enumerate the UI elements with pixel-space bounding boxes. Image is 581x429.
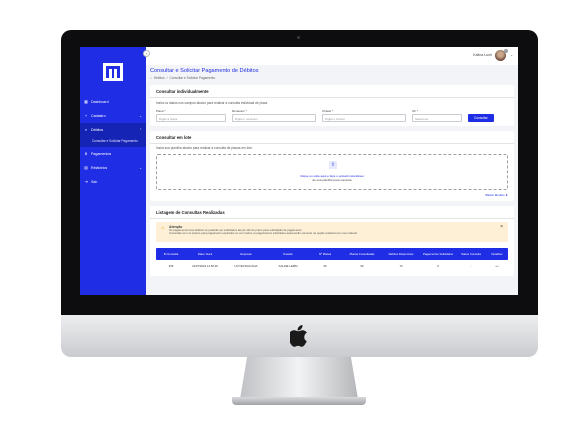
- column-header: Débitos Disponíveis: [388, 251, 414, 256]
- breadcrumb-item: Consultar e Solicitar Pagamento: [169, 76, 216, 80]
- column-header: Nº Placas: [318, 251, 332, 256]
- sidebar-item-dashboard[interactable]: ▦ Dashboard: [80, 95, 146, 109]
- field-label: Renavam *: [232, 108, 247, 113]
- sidebar-item-label: Sair: [91, 180, 98, 185]
- sidebar-item-label: Relatórios: [91, 166, 108, 171]
- chevron-down-icon: ⌄: [139, 166, 142, 171]
- renavam-field-group: Renavam * Digite o renavam: [232, 109, 316, 122]
- column-header: Placas Consultadas: [349, 251, 375, 256]
- uf-select[interactable]: Selecione: [412, 113, 462, 122]
- card-title: Consultar em lote: [156, 134, 192, 140]
- monitor-stand-neck: [240, 357, 358, 399]
- card-description: Insira os dados nos campos abaixo para r…: [156, 100, 268, 105]
- card-title: Consultar individualmente: [156, 89, 209, 94]
- column-header: ID Consulta: [163, 251, 179, 256]
- uf-field-group: UF * Selecione: [412, 109, 462, 122]
- topbar: Kalina Lumi ⌄: [146, 47, 518, 65]
- table-row[interactable]: 256 22/07/2022 14:52:00 LM TECNOLOGIA KA…: [156, 259, 508, 272]
- status-badge: [504, 49, 508, 53]
- monitor-stand-foot: [232, 397, 366, 405]
- table-cell: KALINE LEMM: [278, 263, 298, 268]
- field-label: Chassi *: [322, 108, 334, 113]
- logout-icon: ⇥: [84, 179, 88, 185]
- placa-field-group: Placa * Digite a placa: [156, 109, 226, 122]
- column-header: Detalhes: [491, 251, 503, 256]
- chassi-input[interactable]: Digite o chassi: [322, 113, 406, 122]
- sidebar: ▦ Dashboard + Cadastro ⌄ ⌕ Débitos ⌃ Con…: [80, 47, 146, 295]
- listing-card: Listagem de Consultas Realizadas ⚠ Atenç…: [150, 206, 514, 276]
- table-cell: 256: [168, 263, 174, 268]
- breadcrumb-item[interactable]: Débitos: [154, 76, 165, 80]
- imac-mockup: ▦ Dashboard + Cadastro ⌄ ⌕ Débitos ⌃ Con…: [0, 0, 581, 429]
- query-form: Placa * Digite a placa Renavam * Digite …: [156, 109, 508, 122]
- loading-icon: ◌: [470, 263, 472, 268]
- brand-logo-icon: [103, 63, 123, 81]
- sidebar-item-debitos[interactable]: ⌕ Débitos ⌃: [80, 123, 146, 137]
- search-icon: ⌕: [84, 127, 88, 132]
- sidebar-subitem-consultar[interactable]: Consultar e Solicitar Pagamento: [80, 137, 146, 148]
- sidebar-item-sair[interactable]: ⇥ Sair: [80, 175, 146, 189]
- download-template-link[interactable]: Baixar Modelo ⬇: [156, 193, 508, 197]
- table-cell: 6: [437, 263, 439, 268]
- upload-dropzone[interactable]: ⇧ Clique ou solte aqui e faça o upload i…: [156, 154, 508, 190]
- consultar-button[interactable]: Consultar: [468, 113, 494, 122]
- batch-query-card: Consultar em lote Insira sua planilha ab…: [150, 130, 514, 201]
- chevron-up-icon: ⌃: [139, 128, 142, 132]
- field-label: UF *: [412, 108, 418, 113]
- report-icon: ▤: [84, 165, 88, 171]
- sidebar-item-label: Dashboard: [91, 100, 109, 104]
- table-header: ID Consulta Data / Hora Empresa Usuário …: [156, 247, 508, 260]
- chevron-down-icon: ⌄: [139, 114, 142, 118]
- column-header: Data / Hora: [197, 251, 213, 256]
- chassi-field-group: Chassi * Digite o chassi: [322, 109, 406, 122]
- card-title: Listagem de Consultas Realizadas: [156, 210, 225, 215]
- column-header: Pagamentos Solicitados: [422, 251, 453, 256]
- queries-table: ID Consulta Data / Hora Empresa Usuário …: [156, 247, 508, 272]
- renavam-input[interactable]: Digite o renavam: [232, 113, 316, 122]
- divider: [150, 218, 514, 219]
- field-label: Placa *: [156, 108, 166, 113]
- table-cell: 72: [399, 263, 403, 268]
- divider: [150, 97, 514, 98]
- chevron-down-icon[interactable]: ⌄: [510, 53, 513, 57]
- details-button[interactable]: •••: [486, 264, 508, 268]
- apple-logo-icon: [290, 325, 307, 347]
- sidebar-item-cadastro[interactable]: + Cadastro ⌄: [80, 109, 146, 123]
- sidebar-item-pagamentos[interactable]: $ Pagamentos: [80, 147, 146, 161]
- user-name: Kalina Lumi: [473, 53, 492, 57]
- column-header: Status Consulta: [461, 251, 481, 256]
- page-title: Consultar e Solicitar Pagamento de Débit…: [150, 68, 259, 74]
- sidebar-nav: ▦ Dashboard + Cadastro ⌄ ⌕ Débitos ⌃ Con…: [80, 95, 146, 189]
- sidebar-item-label: Pagamentos: [91, 152, 112, 157]
- dropzone-subtext: de sua planilha para consulta: [312, 178, 352, 182]
- collapse-sidebar-button[interactable]: ‹: [143, 50, 150, 57]
- grid-icon: ▦: [84, 99, 88, 104]
- table-cell: LM TECNOLOGIA: [234, 263, 258, 268]
- breadcrumb: ⌕ Débitos / Consultar e Solicitar Pagame…: [150, 76, 216, 80]
- upload-icon: ⇧: [329, 161, 337, 169]
- search-icon: ⌕: [150, 76, 152, 80]
- card-description: Insira sua planilha abaixo para realizar…: [156, 146, 253, 150]
- close-icon[interactable]: ×: [500, 224, 503, 230]
- main-content: Consultar e Solicitar Pagamento de Débit…: [150, 65, 514, 276]
- column-header: Usuário: [283, 251, 293, 256]
- warning-icon: ⚠: [161, 224, 165, 230]
- table-cell: 90: [323, 263, 327, 268]
- table-cell: 22/07/2022 14:52:00: [192, 263, 218, 268]
- alert-text: Consultas com os prazos para pagamento e…: [169, 231, 358, 236]
- sidebar-item-label: Débitos: [91, 128, 104, 132]
- placa-input[interactable]: Digite a placa: [156, 113, 226, 122]
- camera-icon: [297, 36, 300, 39]
- plus-icon: +: [84, 113, 88, 118]
- divider: [150, 142, 514, 143]
- app-screen: ▦ Dashboard + Cadastro ⌄ ⌕ Débitos ⌃ Con…: [80, 47, 518, 295]
- dollar-icon: $: [84, 151, 88, 157]
- sidebar-item-relatorios[interactable]: ▤ Relatórios ⌄: [80, 161, 146, 175]
- column-header: Empresa: [240, 251, 252, 256]
- table-cell: 90: [360, 263, 364, 268]
- individual-query-card: Consultar individualmente Insira os dado…: [150, 85, 514, 126]
- warning-alert: ⚠ Atenção Os pagamentos dos débitos só p…: [156, 221, 508, 242]
- sidebar-item-label: Cadastro: [91, 114, 106, 118]
